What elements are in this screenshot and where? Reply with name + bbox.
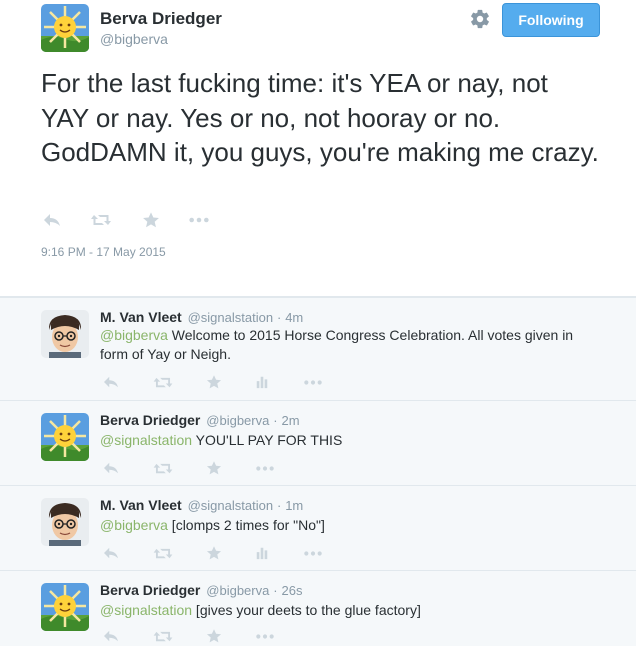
reply-item[interactable]: Berva Driedger @bigberva · 2m @signalsta… xyxy=(0,400,636,486)
man-avatar-icon xyxy=(41,310,89,358)
reply-actions xyxy=(102,543,323,563)
analytics-icon[interactable] xyxy=(255,372,269,392)
mention-link[interactable]: @bigberva xyxy=(100,517,168,533)
reply-body: [gives your deets to the glue factory] xyxy=(192,602,421,618)
more-icon[interactable] xyxy=(255,458,275,478)
reply-header: Berva Driedger @bigberva · 2m xyxy=(100,412,300,428)
reply-text: @bigberva Welcome to 2015 Horse Congress… xyxy=(100,326,600,364)
reply-author-name[interactable]: M. Van Vleet xyxy=(100,309,182,325)
retweet-icon[interactable] xyxy=(152,543,174,563)
reply-body: Welcome to 2015 Horse Congress Celebrati… xyxy=(100,327,574,362)
reply-author-handle[interactable]: @bigberva xyxy=(206,583,269,598)
reply-time[interactable]: 4m xyxy=(285,310,303,325)
reply-header: Berva Driedger @bigberva · 26s xyxy=(100,582,302,598)
reply-author-name[interactable]: Berva Driedger xyxy=(100,412,200,428)
more-icon[interactable] xyxy=(255,626,275,646)
more-icon[interactable] xyxy=(188,210,210,230)
reply-item[interactable]: M. Van Vleet @signalstation · 4m @bigber… xyxy=(0,297,636,401)
sun-avatar-icon xyxy=(41,4,89,52)
avatar[interactable] xyxy=(41,583,89,631)
sun-avatar-icon xyxy=(41,583,89,631)
reply-time[interactable]: 26s xyxy=(281,583,302,598)
reply-text: @bigberva [clomps 2 times for "No"] xyxy=(100,516,600,535)
gear-icon[interactable] xyxy=(469,8,491,30)
tweet-text: For the last fucking time: it's YEA or n… xyxy=(41,68,599,167)
reply-time[interactable]: 2m xyxy=(281,413,299,428)
man-avatar-icon xyxy=(41,498,89,546)
more-icon[interactable] xyxy=(303,372,323,392)
reply-icon[interactable] xyxy=(102,458,120,478)
reply-icon[interactable] xyxy=(102,543,120,563)
separator: · xyxy=(276,498,282,513)
reply-item[interactable]: Berva Driedger @bigberva · 26s @signalst… xyxy=(0,570,636,647)
reply-time[interactable]: 1m xyxy=(285,498,303,513)
mention-link[interactable]: @bigberva xyxy=(100,327,168,343)
retweet-icon[interactable] xyxy=(152,458,174,478)
star-icon[interactable] xyxy=(142,210,160,230)
reply-author-handle[interactable]: @signalstation xyxy=(188,310,273,325)
star-icon[interactable] xyxy=(206,372,222,392)
mention-link[interactable]: @signalstation xyxy=(100,432,192,448)
reply-actions xyxy=(102,626,275,646)
retweet-icon[interactable] xyxy=(152,372,174,392)
reply-icon[interactable] xyxy=(42,210,62,230)
reply-header: M. Van Vleet @signalstation · 1m xyxy=(100,497,303,513)
reply-body: [clomps 2 times for "No"] xyxy=(167,517,325,533)
reply-header: M. Van Vleet @signalstation · 4m xyxy=(100,309,303,325)
main-tweet: Berva Driedger @bigberva Following For t… xyxy=(0,0,636,297)
replies-list: M. Van Vleet @signalstation · 4m @bigber… xyxy=(0,297,636,646)
separator: · xyxy=(273,413,278,428)
avatar[interactable] xyxy=(41,310,89,358)
avatar[interactable] xyxy=(41,4,89,52)
following-button[interactable]: Following xyxy=(502,3,600,37)
separator: · xyxy=(273,583,278,598)
reply-item[interactable]: M. Van Vleet @signalstation · 1m @bigber… xyxy=(0,485,636,571)
reply-text: @signalstation YOU'LL PAY FOR THIS xyxy=(100,431,600,450)
star-icon[interactable] xyxy=(206,458,222,478)
author-handle[interactable]: @bigberva xyxy=(100,31,168,47)
tweet-actions xyxy=(42,210,210,230)
author-name[interactable]: Berva Driedger xyxy=(100,9,222,29)
reply-body: YOU'LL PAY FOR THIS xyxy=(192,432,343,448)
retweet-icon[interactable] xyxy=(152,626,174,646)
more-icon[interactable] xyxy=(303,543,323,563)
retweet-icon[interactable] xyxy=(90,210,112,230)
sun-avatar-icon xyxy=(41,413,89,461)
reply-text: @signalstation [gives your deets to the … xyxy=(100,601,600,620)
star-icon[interactable] xyxy=(206,626,222,646)
reply-author-handle[interactable]: @bigberva xyxy=(206,413,269,428)
separator: · xyxy=(276,310,282,325)
reply-actions xyxy=(102,458,275,478)
mention-link[interactable]: @signalstation xyxy=(100,602,192,618)
avatar[interactable] xyxy=(41,498,89,546)
tweet-timestamp[interactable]: 9:16 PM - 17 May 2015 xyxy=(41,245,166,259)
reply-actions xyxy=(102,372,323,392)
reply-author-name[interactable]: M. Van Vleet xyxy=(100,497,182,513)
reply-icon[interactable] xyxy=(102,372,120,392)
reply-author-handle[interactable]: @signalstation xyxy=(188,498,273,513)
analytics-icon[interactable] xyxy=(255,543,269,563)
reply-author-name[interactable]: Berva Driedger xyxy=(100,582,200,598)
reply-icon[interactable] xyxy=(102,626,120,646)
avatar[interactable] xyxy=(41,413,89,461)
star-icon[interactable] xyxy=(206,543,222,563)
